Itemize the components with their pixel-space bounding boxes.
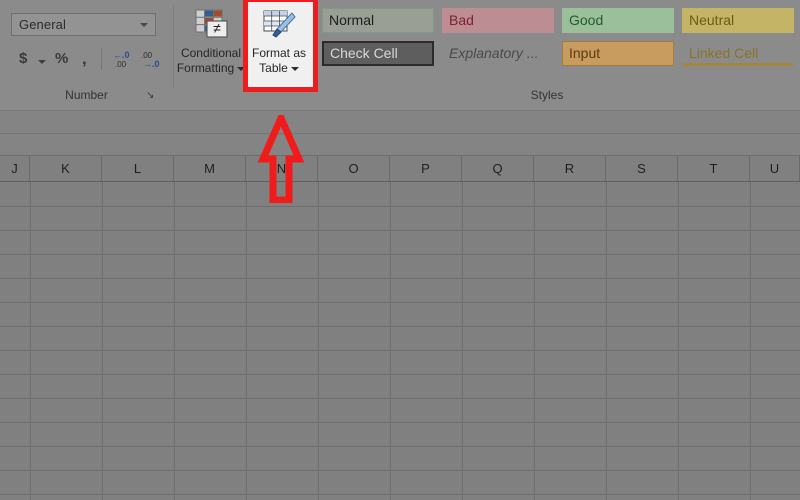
- format-as-table-button[interactable]: Format as Table: [248, 4, 310, 88]
- column-header-q[interactable]: Q: [462, 156, 534, 181]
- column-header-r[interactable]: R: [534, 156, 606, 181]
- column-header-m[interactable]: M: [174, 156, 246, 181]
- conditional-formatting-icon: ≠: [193, 8, 229, 42]
- number-format-select[interactable]: General: [11, 13, 156, 36]
- cell-style-neutral[interactable]: Neutral: [682, 8, 794, 33]
- increase-decimal-icon-top: ←.0: [113, 50, 130, 60]
- percent-style-button[interactable]: %: [55, 50, 68, 67]
- conditional-formatting-button[interactable]: ≠ Conditional Formatting: [177, 4, 246, 88]
- cell-grid[interactable]: [0, 182, 800, 500]
- column-header-l[interactable]: L: [102, 156, 174, 181]
- group-label-styles: Styles: [530, 88, 564, 102]
- decrease-decimal-button[interactable]: .00 →.0: [141, 50, 167, 72]
- fat-label-line1: Format as: [251, 46, 306, 60]
- grid-row-line: [0, 326, 800, 327]
- grid-row-line: [0, 254, 800, 255]
- grid-row-line: [0, 446, 800, 447]
- divider: [101, 48, 102, 70]
- cell-style-bad[interactable]: Bad: [442, 8, 554, 33]
- accounting-number-format-button[interactable]: $: [19, 50, 27, 67]
- cf-label-line2: Formatting: [176, 61, 235, 75]
- grid-row-line: [0, 494, 800, 495]
- column-header-row: JKLMNOPQRSTU: [0, 156, 800, 182]
- decrease-decimal-icon-bottom: →.0: [143, 59, 160, 69]
- chevron-down-icon[interactable]: [140, 23, 148, 27]
- ribbon: General $ % , ←.0 .00 .00 →.0 Number ↘ ≠…: [0, 0, 800, 111]
- column-header-j[interactable]: J: [0, 156, 30, 181]
- column-header-u[interactable]: U: [750, 156, 800, 181]
- column-header-p[interactable]: P: [390, 156, 462, 181]
- increase-decimal-button[interactable]: ←.0 .00: [113, 50, 139, 72]
- chevron-down-icon[interactable]: [290, 66, 299, 71]
- cell-style-linked-cell[interactable]: Linked Cell: [682, 41, 794, 66]
- number-format-value: General: [19, 17, 66, 32]
- svg-text:≠: ≠: [213, 20, 221, 36]
- format-as-table-label: Format as Table: [244, 46, 314, 76]
- column-header-k[interactable]: K: [30, 156, 102, 181]
- column-header-t[interactable]: T: [678, 156, 750, 181]
- increase-decimal-icon-bottom: .00: [115, 60, 127, 69]
- column-header-o[interactable]: O: [318, 156, 390, 181]
- callout-arrow-up-icon: [257, 109, 305, 204]
- fat-label-line2: Table: [259, 61, 288, 75]
- ribbon-group-number: General $ % , ←.0 .00 .00 →.0 Number ↘: [0, 0, 173, 110]
- spreadsheet: JKLMNOPQRSTU: [0, 156, 800, 500]
- cell-style-normal[interactable]: Normal: [322, 8, 434, 33]
- cell-style-good[interactable]: Good: [562, 8, 674, 33]
- grid-row-line: [0, 302, 800, 303]
- cell-style-check-cell[interactable]: Check Cell: [322, 41, 434, 66]
- chevron-down-icon[interactable]: [38, 60, 46, 64]
- grid-row-line: [0, 230, 800, 231]
- cell-styles-gallery: Normal Bad Good Neutral Check Cell Expla…: [322, 8, 800, 78]
- dialog-launcher-icon[interactable]: ↘: [146, 90, 157, 101]
- format-as-table-icon: [261, 8, 297, 42]
- grid-row-line: [0, 278, 800, 279]
- column-header-s[interactable]: S: [606, 156, 678, 181]
- grid-row-line: [0, 422, 800, 423]
- grid-row-line: [0, 398, 800, 399]
- divider: [0, 133, 800, 134]
- grid-row-line: [0, 350, 800, 351]
- cf-label-line1: Conditional: [180, 46, 242, 60]
- grid-row-line: [0, 206, 800, 207]
- comma-style-button[interactable]: ,: [82, 49, 87, 69]
- cell-style-explanatory[interactable]: Explanatory ...: [442, 41, 554, 66]
- formula-bar-area: [0, 111, 800, 156]
- grid-row-line: [0, 374, 800, 375]
- grid-row-line: [0, 470, 800, 471]
- group-divider: [173, 6, 174, 88]
- cell-style-input[interactable]: Input: [562, 41, 674, 66]
- conditional-formatting-label: Conditional Formatting: [176, 46, 246, 76]
